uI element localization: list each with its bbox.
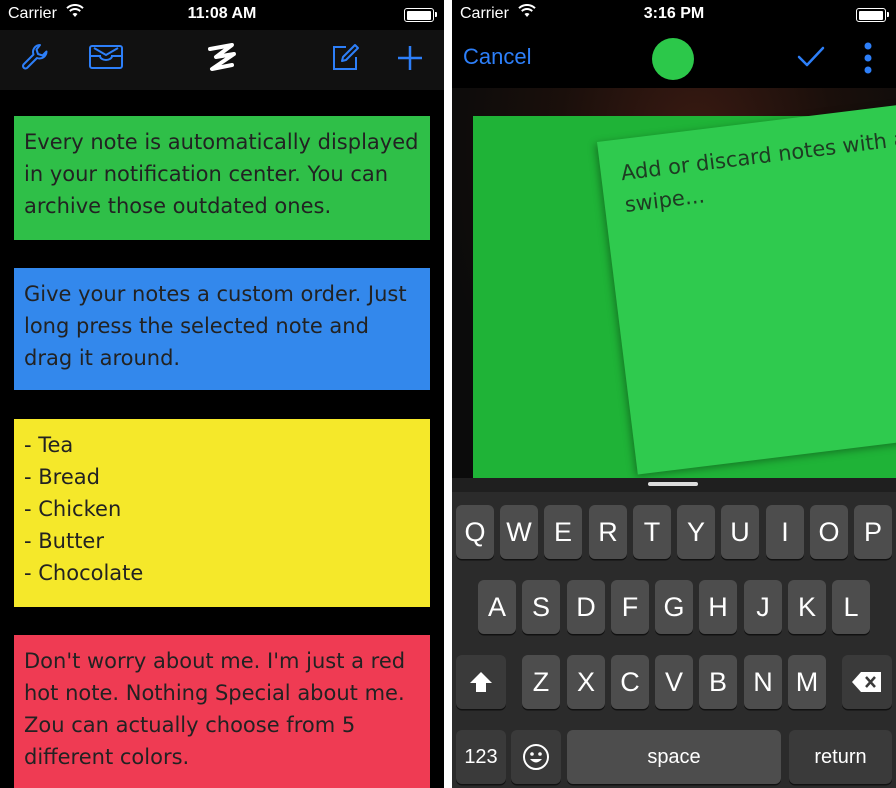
backspace-icon bbox=[852, 672, 881, 692]
key-l[interactable]: L bbox=[832, 580, 870, 634]
key-c[interactable]: C bbox=[611, 655, 649, 709]
key-o[interactable]: O bbox=[810, 505, 848, 559]
note-editor-area: Add or discard notes with a swipe... bbox=[452, 88, 896, 478]
note-text: Give your notes a custom order. Just lon… bbox=[24, 282, 407, 370]
key-k[interactable]: K bbox=[788, 580, 826, 634]
note-editor-screen: Carrier 3:16 PM Cancel Add or discard no… bbox=[452, 0, 896, 788]
key-f[interactable]: F bbox=[611, 580, 649, 634]
notes-list: Every note is automatically displayed in… bbox=[0, 90, 444, 788]
key-j[interactable]: J bbox=[744, 580, 782, 634]
note-text: Every note is automatically displayed in… bbox=[24, 130, 419, 218]
wrench-icon[interactable] bbox=[20, 42, 50, 72]
note-card-green[interactable]: Every note is automatically displayed in… bbox=[14, 116, 430, 240]
key-w[interactable]: W bbox=[500, 505, 538, 559]
key-u[interactable]: U bbox=[721, 505, 759, 559]
checkmark-icon[interactable] bbox=[796, 44, 826, 70]
numbers-key[interactable]: 123 bbox=[456, 730, 506, 784]
plus-icon[interactable] bbox=[396, 44, 424, 72]
clock: 3:16 PM bbox=[643, 5, 705, 22]
key-v[interactable]: V bbox=[655, 655, 693, 709]
emoji-icon bbox=[523, 744, 549, 770]
key-x[interactable]: X bbox=[567, 655, 605, 709]
shift-key[interactable] bbox=[456, 655, 506, 709]
note-card-red[interactable]: Don't worry about me. I'm just a red hot… bbox=[14, 635, 430, 788]
note-text: - Tea - Bread - Chicken - Butter - Choco… bbox=[24, 433, 144, 585]
keyboard: Q W E R T Y U I O P A S D F G H J K L Z … bbox=[452, 478, 896, 788]
status-bar: Carrier 11:08 AM bbox=[0, 0, 444, 30]
key-g[interactable]: G bbox=[655, 580, 693, 634]
space-key[interactable]: space bbox=[567, 730, 781, 784]
key-y[interactable]: Y bbox=[677, 505, 715, 559]
toolbar bbox=[0, 30, 444, 90]
key-a[interactable]: A bbox=[478, 580, 516, 634]
clock: 11:08 AM bbox=[187, 5, 257, 22]
status-bar: Carrier 3:16 PM bbox=[452, 0, 896, 30]
note-card-blue[interactable]: Give your notes a custom order. Just lon… bbox=[14, 268, 430, 390]
drag-handle[interactable] bbox=[648, 482, 698, 486]
key-e[interactable]: E bbox=[544, 505, 582, 559]
key-b[interactable]: B bbox=[699, 655, 737, 709]
battery-icon bbox=[404, 8, 437, 22]
note-text: Don't worry about me. I'm just a red hot… bbox=[24, 649, 406, 769]
note-card-yellow[interactable]: - Tea - Bread - Chicken - Butter - Choco… bbox=[14, 419, 430, 607]
shift-icon bbox=[470, 672, 492, 692]
key-r[interactable]: R bbox=[589, 505, 627, 559]
key-t[interactable]: T bbox=[633, 505, 671, 559]
key-z[interactable]: Z bbox=[522, 655, 560, 709]
key-h[interactable]: H bbox=[699, 580, 737, 634]
key-p[interactable]: P bbox=[854, 505, 892, 559]
app-logo-icon bbox=[208, 43, 236, 71]
key-n[interactable]: N bbox=[744, 655, 782, 709]
delete-key[interactable] bbox=[842, 655, 892, 709]
key-s[interactable]: S bbox=[522, 580, 560, 634]
editable-note[interactable]: Add or discard notes with a swipe... bbox=[597, 100, 896, 475]
notes-list-screen: Carrier 11:08 AM Every note is automatic… bbox=[0, 0, 444, 788]
cancel-button[interactable]: Cancel bbox=[463, 44, 531, 70]
color-picker-button[interactable] bbox=[652, 38, 694, 80]
editor-toolbar: Cancel bbox=[452, 30, 896, 88]
compose-icon[interactable] bbox=[330, 43, 360, 73]
keyboard-drag-bar[interactable] bbox=[452, 478, 896, 492]
key-q[interactable]: Q bbox=[456, 505, 494, 559]
key-i[interactable]: I bbox=[766, 505, 804, 559]
return-key[interactable]: return bbox=[789, 730, 892, 784]
inbox-icon[interactable] bbox=[88, 44, 124, 70]
key-m[interactable]: M bbox=[788, 655, 826, 709]
emoji-key[interactable] bbox=[511, 730, 561, 784]
battery-icon bbox=[856, 8, 889, 22]
more-vertical-icon[interactable] bbox=[862, 40, 874, 76]
note-text-input[interactable]: Add or discard notes with a swipe... bbox=[619, 120, 896, 221]
key-d[interactable]: D bbox=[567, 580, 605, 634]
